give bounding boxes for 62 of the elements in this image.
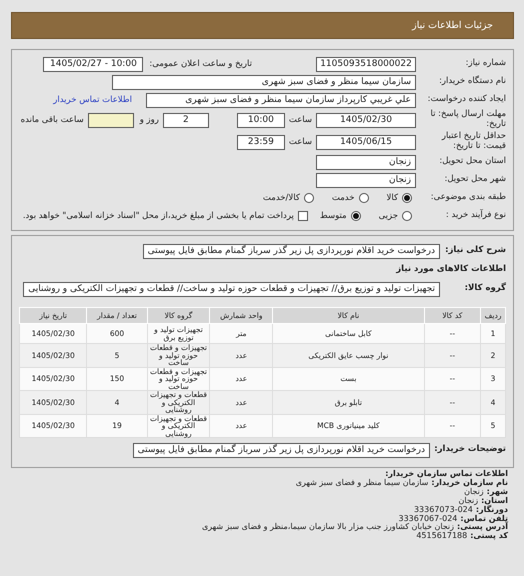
field-label: ایجاد کننده درخواست:: [426, 95, 506, 105]
remaining-hours-field: [88, 112, 134, 128]
contact-label: آدرس پستی:: [457, 523, 508, 532]
contact-label: تلفن تماس:: [460, 514, 508, 523]
field-label: استان محل تحویل:: [438, 157, 506, 167]
field-label: نوع فرآیند خرید :: [444, 211, 506, 221]
field-label: نام دستگاه خریدار:: [438, 77, 506, 87]
radio-label: متوسط: [320, 211, 347, 221]
field-label: شرح کلی نیاز:: [444, 246, 506, 256]
need-number-field: 1105093518000022: [316, 56, 416, 72]
radio-label: کالا/خدمت: [262, 193, 300, 203]
field-label: طبقه بندی موضوعی:: [430, 193, 506, 203]
field-label: توضیحات خریدار:: [434, 445, 506, 455]
field-label: ساعت باقی مانده: [20, 115, 84, 125]
announce-date-field: 1405/02/27 - 10:00: [43, 56, 144, 72]
contact-label: نام سازمان خریدار:: [431, 478, 508, 488]
contact-title: اطلاعات تماس سازمان خریدار:: [384, 470, 508, 478]
field-label: گروه کالا:: [464, 284, 506, 294]
contact-value: 4515617188: [416, 532, 468, 542]
validity-date-field: 1405/06/15: [316, 134, 416, 150]
requester-field: علي غريبي كارپرداز سازمان سيما منظر و فضاى سبز شهرى: [146, 92, 416, 108]
radio-button[interactable]: [402, 211, 412, 221]
validity-time-field: 23:59: [236, 134, 285, 150]
contact-value: زنجان: [464, 488, 484, 496]
section-title: اطلاعات کالاهای مورد نیاز: [396, 264, 506, 274]
buyer-contact-link[interactable]: اطلاعات تماس خریدار: [53, 95, 132, 105]
radio-button[interactable]: [350, 211, 361, 221]
field-label: شماره نیاز:: [464, 59, 506, 69]
field-label: روز و: [140, 115, 159, 125]
deadline-time-field: 10:00: [236, 112, 285, 128]
contact-label: شهر:: [486, 488, 508, 496]
contact-label: کد پستی:: [470, 532, 508, 542]
contact-label: استان:: [481, 496, 508, 505]
contact-value: 33367073-024: [414, 506, 473, 514]
field-label: مهلت ارسال پاسخ: تا تاریخ:: [430, 110, 506, 130]
radio-button[interactable]: [358, 193, 369, 203]
field-label: ساعت: [288, 137, 312, 147]
radio-label: کالا: [386, 193, 398, 203]
days-field: 2: [162, 112, 209, 128]
page-header: جزئیات اطلاعات نیاز: [11, 12, 514, 39]
deadline-date-field: 1405/02/30: [316, 112, 416, 128]
field-label: شهر محل تحویل:: [443, 175, 506, 185]
province-field: زنجان: [316, 154, 416, 170]
checkbox-label: پرداخت تمام یا بخشی از مبلغ خرید،از محل "اسناد خزانه اسلامی" خواهد بود.: [22, 211, 294, 221]
radio-label: جزیی: [378, 211, 398, 221]
contact-value: زنجان خیابان کشاورز جنب مزار بالا سازمان سیما،منظر و فضای سبز شهری: [202, 523, 454, 532]
radio-button[interactable]: [402, 193, 412, 203]
contact-value: زنجان: [458, 496, 478, 505]
radio-label: خدمت: [332, 193, 355, 203]
field-label: حداقل تاریخ اعتبار قیمت: تا تاریخ:: [440, 132, 506, 152]
buyer-name-field: سازمان سيما منظر و فضاى سبز شهرى: [112, 74, 416, 90]
buyer-notes-field: درخواست خرید اقلام نورپردازی پل زیر گذر سرباز گمنام مطابق فایل پیوستی: [132, 442, 430, 458]
field-label: تاریخ و ساعت اعلان عمومی:: [149, 59, 252, 69]
field-label: ساعت: [288, 115, 312, 125]
contact-value: 33367067-024: [398, 514, 458, 523]
radio-button[interactable]: [304, 193, 314, 203]
goods-group-field: تجهیزات تولید و توزیع برق// تجهیزات و قطعات حوزه تولید و ساخت// قطعات و تجهیزات الکتریکی و روشنایی: [23, 282, 440, 296]
contact-label: دورنگار:: [476, 506, 508, 514]
description-field: درخواست خرید اقلام نورپردازی پل زیر گذر سرباز گمنام مطابق فایل پیوستی: [142, 244, 440, 258]
checkbox[interactable]: [298, 211, 308, 221]
city-field: زنجان: [316, 172, 416, 188]
contact-value: سازمان سیما منظر و فضای سبز شهری: [296, 478, 428, 488]
